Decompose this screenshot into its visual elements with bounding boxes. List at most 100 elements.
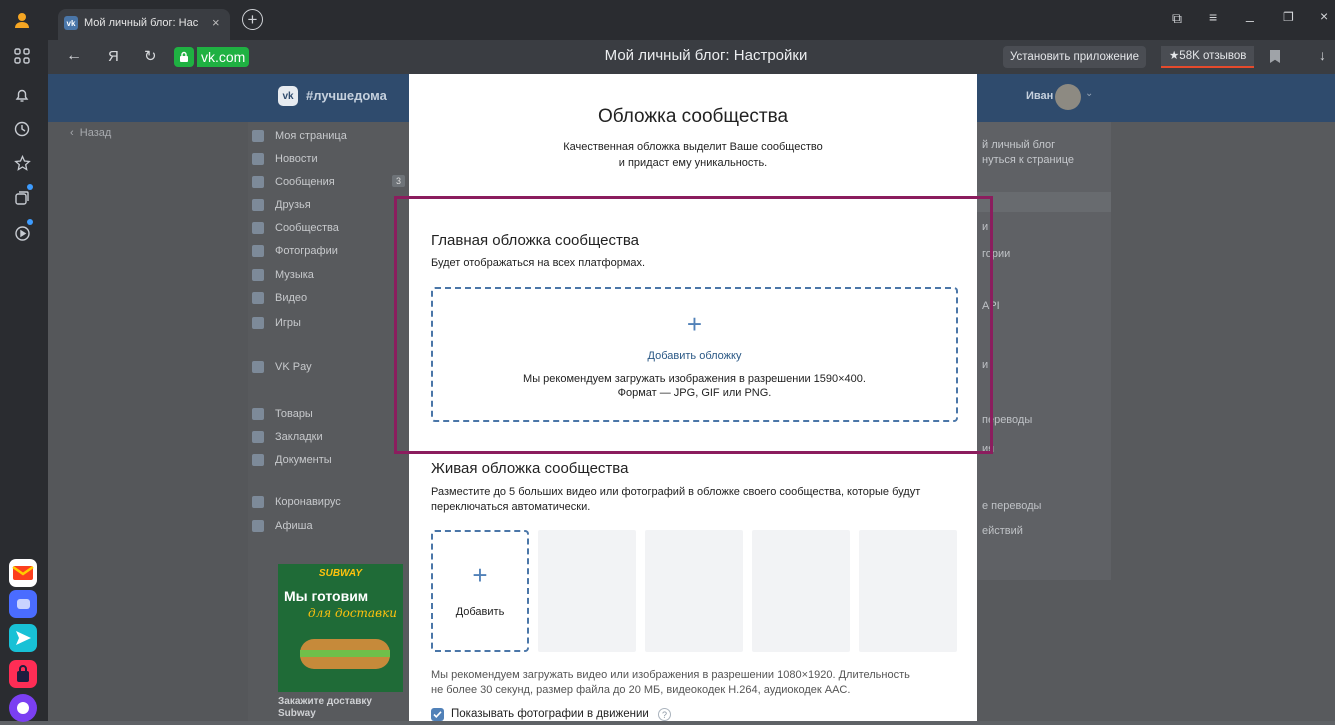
sidebar-item-label: Фотографии	[275, 245, 338, 257]
notification-dot-icon	[27, 219, 33, 225]
live-desc-line2: переключаться автоматически.	[431, 501, 591, 513]
sidebar-item[interactable]: Сообщения 3	[252, 172, 406, 192]
motion-checkbox-label[interactable]: Показывать фотографии в движении	[451, 708, 649, 720]
live-rec-line2: не более 30 секунд, размер файла до 20 М…	[431, 684, 851, 696]
menu-hamburger-icon[interactable]: ≡	[1209, 9, 1217, 25]
vk-hashtag[interactable]: #лучшедома	[306, 88, 387, 103]
ad-headline: Мы готовим	[284, 588, 369, 604]
send-app-icon[interactable]	[9, 624, 37, 652]
profile-icon[interactable]	[10, 8, 34, 32]
sidebar-item-label: Закладки	[275, 431, 323, 443]
alice-assistant-icon[interactable]	[9, 694, 37, 722]
sidebar-item[interactable]: Сообщества	[252, 218, 339, 238]
close-window-icon[interactable]: ×	[1320, 8, 1328, 24]
sidebar-item[interactable]: VK Pay	[252, 357, 312, 377]
menu-item-icon	[252, 153, 264, 165]
sidebar-item[interactable]: Друзья	[252, 195, 311, 215]
sidebar-item-label: Сообщения	[275, 176, 335, 188]
sidebar-item[interactable]: Афиша	[252, 516, 313, 536]
menu-item-icon	[252, 269, 264, 281]
menu-item-icon	[252, 292, 264, 304]
reload-icon[interactable]: ↻	[144, 47, 157, 65]
right-panel-item[interactable]: ействий	[982, 525, 1023, 537]
browser-side-panel	[0, 0, 48, 722]
vk-favicon-icon: vk	[64, 16, 78, 30]
sidebar-item-label: Друзья	[275, 199, 311, 211]
live-cover-slot	[645, 530, 743, 652]
menu-item-icon	[252, 454, 264, 466]
sidebar-item[interactable]: Игры	[252, 313, 301, 333]
help-question-icon[interactable]: ?	[658, 708, 671, 721]
domain-label[interactable]: vk.com	[197, 47, 250, 67]
sidebar-item[interactable]: Моя страница	[252, 126, 347, 146]
modal-subtitle: Качественная обложка выделит Ваше сообще…	[409, 139, 977, 171]
yandex-logo-icon[interactable]: Я	[108, 48, 119, 65]
live-cover-heading: Живая обложка сообщества	[431, 460, 629, 477]
page-title: Мой личный блог: Настройки	[604, 47, 808, 64]
plus-icon: +	[472, 560, 488, 590]
sidebar-item[interactable]: Видео	[252, 288, 307, 308]
mail-app-icon[interactable]	[9, 559, 37, 587]
ad-brand: SUBWAY	[318, 568, 363, 579]
avatar[interactable]	[1055, 84, 1081, 110]
vk-left-gutter	[48, 122, 248, 721]
vk-user-name[interactable]: Иван	[1026, 90, 1053, 102]
notification-dot-icon	[27, 184, 33, 190]
right-panel-active-row[interactable]	[977, 192, 1111, 212]
right-panel-line1: й личный блог	[982, 139, 1056, 151]
subway-ad-image[interactable]: SUBWAY Мы готовим для доставки	[278, 564, 403, 692]
ad-caption[interactable]: Закажите доставку Subway	[278, 696, 372, 720]
sidebar-item-label: Товары	[275, 408, 313, 420]
add-live-label: Добавить	[455, 606, 505, 618]
sidebar-item-label: Коронавирус	[275, 496, 341, 508]
sidebar-item[interactable]: Музыка	[252, 265, 314, 285]
sidebar-item-label: VK Pay	[275, 361, 312, 373]
highlight-frame	[394, 196, 993, 454]
menu-item-icon	[252, 361, 264, 373]
apps-grid-icon[interactable]	[10, 44, 34, 68]
vk-logo-icon[interactable]: vk	[278, 86, 298, 106]
reviews-badge[interactable]: ★58K отзывов	[1161, 46, 1255, 68]
sidebar-item[interactable]: Документы	[252, 450, 332, 470]
right-panel-item[interactable]: е переводы	[982, 500, 1041, 512]
bell-icon[interactable]	[10, 83, 34, 107]
sidebar-item[interactable]: Коронавирус	[252, 492, 341, 512]
lettuce-stripe	[300, 650, 390, 657]
menu-item-icon	[252, 317, 264, 329]
messenger-app-icon[interactable]	[9, 590, 37, 618]
history-clock-icon[interactable]	[10, 117, 34, 141]
sidebar-item[interactable]: Закладки	[252, 427, 323, 447]
sidebar-item[interactable]: Товары	[252, 404, 313, 424]
sidebar-item-label: Афиша	[275, 520, 313, 532]
add-live-cover-button[interactable]: + Добавить	[431, 530, 529, 652]
live-cover-desc: Разместите до 5 больших видео или фотогр…	[431, 485, 920, 515]
download-icon[interactable]: ↓	[1319, 47, 1326, 63]
chevron-left-icon: ‹	[70, 127, 80, 139]
star-bookmarks-icon[interactable]	[10, 151, 34, 175]
sidebar-item-label: Музыка	[275, 269, 314, 281]
tab-close-icon[interactable]: ×	[212, 15, 220, 30]
menu-item-icon	[252, 408, 264, 420]
shop-bag-app-icon[interactable]	[9, 660, 37, 688]
unread-badge: 3	[392, 175, 406, 187]
menu-item-icon	[252, 496, 264, 508]
sidebar-item-label: Игры	[275, 317, 301, 329]
motion-checkbox[interactable]	[431, 708, 444, 721]
new-tab-button[interactable]: +	[242, 9, 263, 30]
right-panel-line2: нуться к странице	[982, 154, 1075, 166]
tab-manager-icon[interactable]: ⧉	[1172, 10, 1182, 27]
sidebar-item[interactable]: Новости	[252, 149, 318, 169]
chevron-down-icon[interactable]: ⌄	[1085, 88, 1093, 99]
sidebar-item-label: Сообщества	[275, 222, 339, 234]
restore-icon[interactable]: ❐	[1283, 10, 1294, 24]
sidebar-item[interactable]: Фотографии	[252, 241, 338, 261]
minimize-icon[interactable]: _	[1246, 6, 1254, 22]
browser-tab[interactable]: vk Мой личный блог: Нас ×	[58, 9, 230, 40]
vk-back-link[interactable]: ‹ Назад	[70, 127, 111, 139]
lock-icon[interactable]	[174, 47, 194, 67]
menu-item-icon	[252, 222, 264, 234]
tab-title: Мой личный блог: Нас	[84, 17, 199, 29]
back-arrow-icon[interactable]: ←	[66, 47, 82, 65]
menu-item-icon	[252, 176, 264, 188]
install-app-button[interactable]: Установить приложение	[1003, 46, 1146, 68]
